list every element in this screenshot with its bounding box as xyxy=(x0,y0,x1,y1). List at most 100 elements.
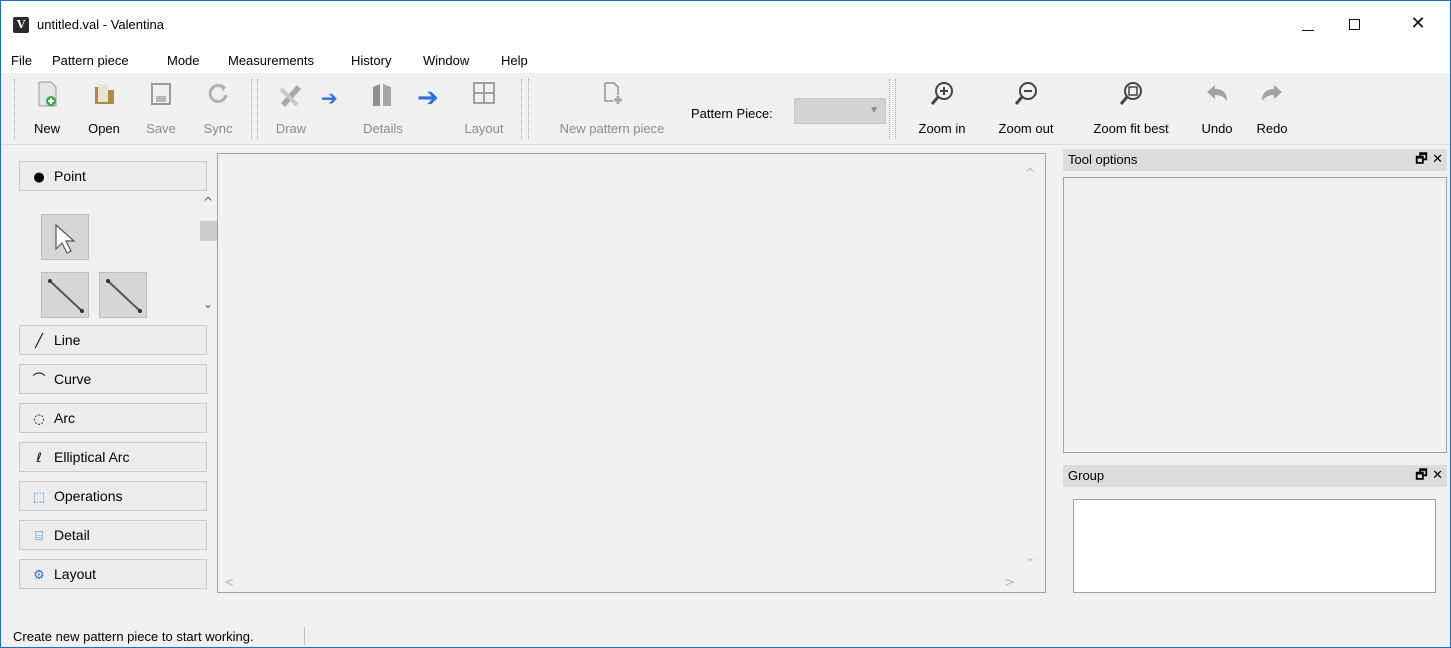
open-label: Open xyxy=(88,121,120,136)
zoom-out-button[interactable]: Zoom out xyxy=(986,79,1066,136)
open-folder-icon xyxy=(95,84,114,104)
zoom-out-icon xyxy=(1014,82,1037,105)
zoom-in-button[interactable]: Zoom in xyxy=(907,79,977,136)
arrow-tool[interactable] xyxy=(41,214,89,260)
toolbox-group-line[interactable]: ╱ Line xyxy=(19,325,207,355)
layout-mode-button[interactable]: Layout xyxy=(455,79,513,136)
zoom-fit-icon xyxy=(1119,82,1142,105)
status-divider xyxy=(304,627,305,645)
menu-history[interactable]: History xyxy=(351,53,391,68)
segment-tool-1[interactable] xyxy=(41,272,89,318)
status-bar: Create new pattern piece to start workin… xyxy=(1,621,1450,647)
details-mode-button[interactable]: Details xyxy=(357,79,409,136)
menu-file[interactable]: File xyxy=(11,53,32,68)
chevron-down-icon[interactable]: ⌄ xyxy=(1025,550,1035,564)
new-pattern-piece-button[interactable]: New pattern piece xyxy=(541,79,683,136)
maximize-button[interactable] xyxy=(1331,9,1377,39)
undo-icon xyxy=(1207,85,1227,101)
toolbar-handle[interactable] xyxy=(257,79,258,139)
sync-button[interactable]: Sync xyxy=(198,79,238,136)
toolbox-group-elliptical-arc[interactable]: ℓ Elliptical Arc xyxy=(19,442,207,472)
arc-icon: ◌ xyxy=(33,412,45,427)
layout-icon xyxy=(473,82,495,104)
toolbox-group-label: Curve xyxy=(54,371,92,387)
redo-button[interactable]: Redo xyxy=(1251,79,1293,136)
dock-controls: 🗗 ✕ xyxy=(1415,465,1443,487)
menu-pattern-piece[interactable]: Pattern piece xyxy=(52,53,129,68)
scrollbar-thumb[interactable] xyxy=(200,221,218,241)
detail-icon: ⌸ xyxy=(35,529,43,544)
chevron-up-icon[interactable]: ^ xyxy=(203,195,213,209)
tool-box-panel: ● Point ^ ⌄ ╱ Line ⌒ Curve ◌ Arc ℓ Ellip… xyxy=(13,153,218,599)
undo-label: Undo xyxy=(1201,121,1233,136)
chevron-right-icon[interactable]: > xyxy=(1005,575,1015,589)
sync-icon xyxy=(208,83,228,103)
tool-options-dock-title[interactable]: Tool options 🗗 ✕ xyxy=(1063,149,1447,171)
app-window: V untitled.val - Valentina ✕ File Patter… xyxy=(0,0,1451,648)
group-list[interactable] xyxy=(1073,499,1436,593)
toolbox-group-curve[interactable]: ⌒ Curve xyxy=(19,364,207,394)
save-button[interactable]: Save xyxy=(141,79,181,136)
toolbox-group-layout[interactable]: ⚙ Layout xyxy=(19,559,207,589)
chevron-left-icon[interactable]: < xyxy=(224,575,234,589)
zoom-out-label: Zoom out xyxy=(998,121,1054,136)
segment-tool-2[interactable] xyxy=(99,272,147,318)
maximize-icon xyxy=(1349,19,1360,30)
zoom-fit-best-button[interactable]: Zoom fit best xyxy=(1077,79,1185,136)
toolbox-group-arc[interactable]: ◌ Arc xyxy=(19,403,207,433)
toolbar-handle[interactable] xyxy=(528,79,529,139)
close-button[interactable]: ✕ xyxy=(1395,9,1441,39)
elliptical-arc-icon: ℓ xyxy=(36,451,42,466)
chevron-up-icon[interactable]: ^ xyxy=(1025,166,1035,180)
menu-bar: File Pattern piece Mode Measurements His… xyxy=(1,45,1450,73)
minimize-button[interactable] xyxy=(1285,9,1331,39)
save-icon xyxy=(151,83,171,105)
draw-pencil-icon xyxy=(279,85,301,107)
close-icon: ✕ xyxy=(1410,13,1426,34)
drawing-canvas[interactable]: ^ ⌄ < > xyxy=(217,153,1046,593)
open-button[interactable]: Open xyxy=(81,79,127,136)
menu-measurements[interactable]: Measurements xyxy=(228,53,314,68)
line-icon: ╱ xyxy=(35,334,43,349)
details-icon xyxy=(373,84,391,106)
draw-label: Draw xyxy=(275,121,307,136)
toolbox-group-label: Arc xyxy=(54,410,75,426)
segment-line-icon xyxy=(106,279,142,313)
toolbox-group-label: Layout xyxy=(54,566,97,582)
point-icon: ● xyxy=(33,170,45,185)
menu-help[interactable]: Help xyxy=(501,53,528,68)
toolbox-group-operations[interactable]: ⬚ Operations xyxy=(19,481,207,511)
zoom-in-label: Zoom in xyxy=(918,121,966,136)
arrow-pointer-icon xyxy=(55,223,76,254)
close-icon[interactable]: ✕ xyxy=(1432,468,1443,483)
operations-icon: ⬚ xyxy=(32,490,46,505)
toolbox-group-label: Elliptical Arc xyxy=(54,449,130,465)
new-pattern-piece-icon xyxy=(604,82,622,104)
pattern-piece-select[interactable]: ▼ xyxy=(794,98,886,124)
toolbox-group-point[interactable]: ● Point xyxy=(19,161,207,191)
toolbar-separator xyxy=(251,79,252,139)
redo-icon xyxy=(1262,85,1282,101)
group-dock-title[interactable]: Group 🗗 ✕ xyxy=(1063,465,1447,487)
toolbox-scrollbar[interactable]: ^ ⌄ xyxy=(199,195,218,311)
segment-line-icon xyxy=(48,279,84,313)
chevron-down-icon: ▼ xyxy=(869,105,879,116)
curve-icon: ⌒ xyxy=(32,373,46,388)
main-toolbar: New Open Save Sync Draw ➔ Details ➔ Layo… xyxy=(1,73,1450,145)
undo-button[interactable]: Undo xyxy=(1196,79,1238,136)
layout-label: Layout xyxy=(464,121,504,136)
close-icon[interactable]: ✕ xyxy=(1432,152,1443,167)
toolbar-handle[interactable] xyxy=(14,79,15,139)
chevron-down-icon[interactable]: ⌄ xyxy=(203,297,213,311)
toolbox-group-detail[interactable]: ⌸ Detail xyxy=(19,520,207,550)
toolbar-handle[interactable] xyxy=(895,79,896,139)
tool-options-panel xyxy=(1063,177,1447,453)
redo-label: Redo xyxy=(1256,121,1288,136)
layout-gears-icon: ⚙ xyxy=(33,568,45,583)
float-icon[interactable]: 🗗 xyxy=(1415,468,1427,483)
menu-window[interactable]: Window xyxy=(423,53,469,68)
menu-mode[interactable]: Mode xyxy=(167,53,200,68)
float-icon[interactable]: 🗗 xyxy=(1415,152,1427,167)
draw-mode-button[interactable]: Draw xyxy=(267,79,315,136)
new-button[interactable]: New xyxy=(29,79,65,136)
